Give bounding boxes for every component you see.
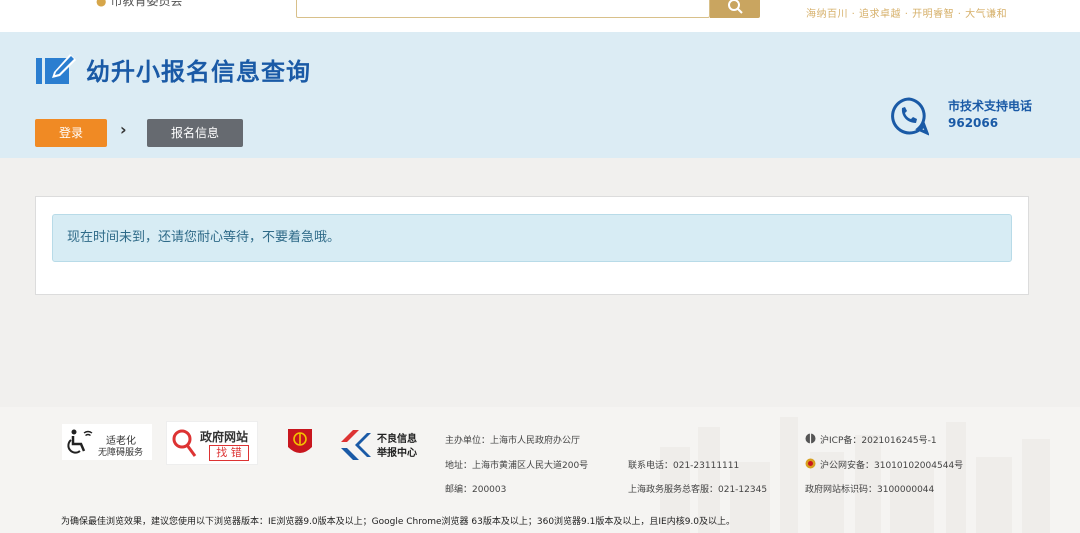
contact-phone: 联系电话：021-23111111	[628, 461, 740, 471]
step-registration-info[interactable]: 报名信息	[147, 119, 243, 147]
report-label: 不良信息	[377, 434, 417, 445]
address: 地址：上海市黄浦区人民大道200号	[445, 461, 589, 471]
icp-record[interactable]: 沪ICP备：2021016245号-1	[820, 433, 937, 446]
page-header: 幼升小报名信息查询 登录 › 报名信息 市技术支持电话 962066	[0, 32, 1080, 158]
report-center-badge[interactable]: 不良信息 举报中心	[337, 428, 427, 462]
search-icon	[728, 0, 743, 14]
support-label: 市技术支持电话	[948, 99, 1033, 113]
search-input[interactable]	[296, 0, 710, 18]
location-pin-icon: ●	[96, 0, 107, 8]
accessibility-icon	[67, 429, 93, 454]
find-error-label: 找 错	[209, 445, 249, 461]
edit-note-icon	[36, 54, 76, 84]
report-center-label: 举报中心	[377, 448, 417, 459]
top-bar: ● 市教育委员会 海纳百川 · 追求卓越 · 开明睿智 · 大气谦和	[0, 0, 1080, 32]
party-emblem-icon[interactable]	[286, 427, 314, 459]
site-code: 政府网站标识码：3100000044	[805, 485, 935, 495]
age-friendly-badge[interactable]: 适老化 无障碍服务	[62, 424, 152, 460]
accessibility-label: 无障碍服务	[98, 448, 144, 458]
support-number: 962066	[948, 116, 999, 130]
police-badge-icon	[805, 458, 816, 469]
step-login-button[interactable]: 登录	[35, 119, 107, 147]
gov-site-label: 政府网站	[200, 430, 249, 444]
postcode: 邮编：200003	[445, 485, 507, 495]
page-title: 幼升小报名信息查询	[86, 58, 311, 86]
notice-alert: 现在时间未到，还请您耐心等待，不要着急哦。	[52, 214, 1012, 262]
browser-recommendation: 为确保最佳浏览效果，建议您使用以下浏览器版本：IE浏览器9.0版本及以上；Goo…	[61, 517, 736, 527]
magnifier-icon	[172, 429, 197, 457]
icp-icon	[805, 433, 816, 444]
report-center-icon	[341, 430, 371, 460]
service-hotline: 上海政务服务总客服：021-12345	[628, 485, 768, 495]
department-link[interactable]: ● 市教育委员会	[96, 0, 183, 9]
search-button[interactable]	[710, 0, 760, 18]
step-separator: ›	[120, 120, 127, 139]
department-label: 市教育委员会	[110, 0, 183, 8]
phone-icon	[891, 97, 929, 136]
gov-site-error-badge[interactable]: 政府网站 找 错	[166, 421, 258, 465]
host-org: 主办单位：上海市人民政府办公厅	[445, 436, 581, 446]
police-record[interactable]: 沪公网安备：31010102004544号	[820, 458, 963, 471]
slogan: 海纳百川 · 追求卓越 · 开明睿智 · 大气谦和	[806, 9, 1008, 20]
